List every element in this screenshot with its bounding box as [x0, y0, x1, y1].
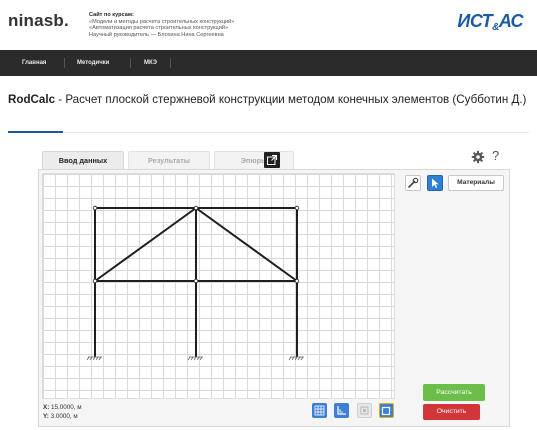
node [193, 205, 199, 211]
tab-results[interactable]: Результаты [128, 151, 210, 169]
coordinate-readout: X: 15.0000, м Y: 3.0000, м [43, 404, 82, 421]
istas-logo-end: АС [498, 11, 524, 31]
brace-right [195, 207, 298, 282]
title-underline [8, 131, 63, 133]
grid-icon[interactable] [312, 403, 327, 418]
nav-divider [170, 58, 171, 68]
cursor-icon[interactable] [427, 175, 443, 191]
clear-button[interactable]: Очистить [423, 404, 480, 420]
page-title: RodCalc - Расчет плоской стержневой конс… [8, 93, 528, 108]
app-name: RodCalc [8, 93, 56, 106]
course-info-title: Сайт по курсам: [89, 12, 134, 18]
grid-glyph [314, 405, 325, 416]
coord-x-value: 15.0000, м [51, 404, 82, 411]
coord-x: X: 15.0000, м [43, 404, 82, 413]
node [294, 278, 300, 284]
axes-icon[interactable] [334, 403, 349, 418]
frame-icon[interactable] [379, 403, 394, 418]
istas-logo[interactable]: ИСТ&АС [457, 11, 523, 33]
tab-diagrams[interactable]: Эпюры [214, 151, 294, 169]
truss-drawing [86, 205, 304, 361]
fixed-supports [86, 356, 304, 361]
node [92, 205, 98, 211]
question-icon[interactable]: ? [492, 148, 499, 163]
snap-glyph [360, 406, 369, 415]
node [294, 205, 300, 211]
title-divider [63, 132, 529, 133]
coord-x-label: X: [43, 404, 50, 411]
gear-glyph [471, 150, 485, 164]
external-link-glyph [267, 155, 277, 165]
calculate-button[interactable]: Рассчитать [423, 384, 485, 401]
nav-item-home[interactable]: Главная [22, 50, 46, 76]
istas-logo-main: ИСТ [457, 11, 493, 31]
axes-glyph [337, 406, 346, 415]
brace-left [94, 207, 197, 282]
wrench-icon[interactable] [405, 175, 421, 191]
tab-input-data[interactable]: Ввод данных [42, 151, 124, 169]
istas-logo-amp: & [492, 22, 499, 33]
cursor-glyph [432, 178, 439, 188]
page-title-text: - Расчет плоской стержневой конструкции … [55, 93, 527, 106]
drawing-canvas[interactable] [42, 173, 395, 399]
nav-item-methods[interactable]: Методички [77, 50, 109, 76]
wrench-glyph [408, 177, 419, 188]
course-info: Сайт по курсам: «Модели и методы расчета… [89, 12, 234, 38]
node [92, 278, 98, 284]
snap-icon[interactable] [357, 403, 372, 418]
nav-divider [130, 58, 131, 68]
ninasb-logo[interactable]: ninasb. [8, 11, 69, 31]
coord-y-label: Y: [43, 412, 49, 420]
workspace-panel: Материалы Рассчитать Очистить X: 15.0000… [38, 169, 510, 427]
main-nav: Главная Методички МКЭ [0, 50, 537, 76]
course-info-line3: Научный руководитель — Блохина Нина Серг… [89, 31, 224, 38]
gear-icon[interactable] [471, 150, 485, 164]
nav-divider [64, 58, 65, 68]
external-link-icon[interactable] [264, 152, 280, 168]
coord-y-value: 3.0000, м [50, 412, 78, 420]
site-header: ninasb. Сайт по курсам: «Модели и методы… [0, 0, 537, 50]
materials-button[interactable]: Материалы [448, 175, 504, 191]
nav-item-fem[interactable]: МКЭ [144, 50, 157, 76]
frame-glyph [381, 406, 391, 416]
node [193, 278, 199, 284]
course-info-line2[interactable]: «Автоматизация расчета строительных конс… [89, 25, 234, 32]
coord-y: Y: 3.0000, м [43, 413, 82, 422]
